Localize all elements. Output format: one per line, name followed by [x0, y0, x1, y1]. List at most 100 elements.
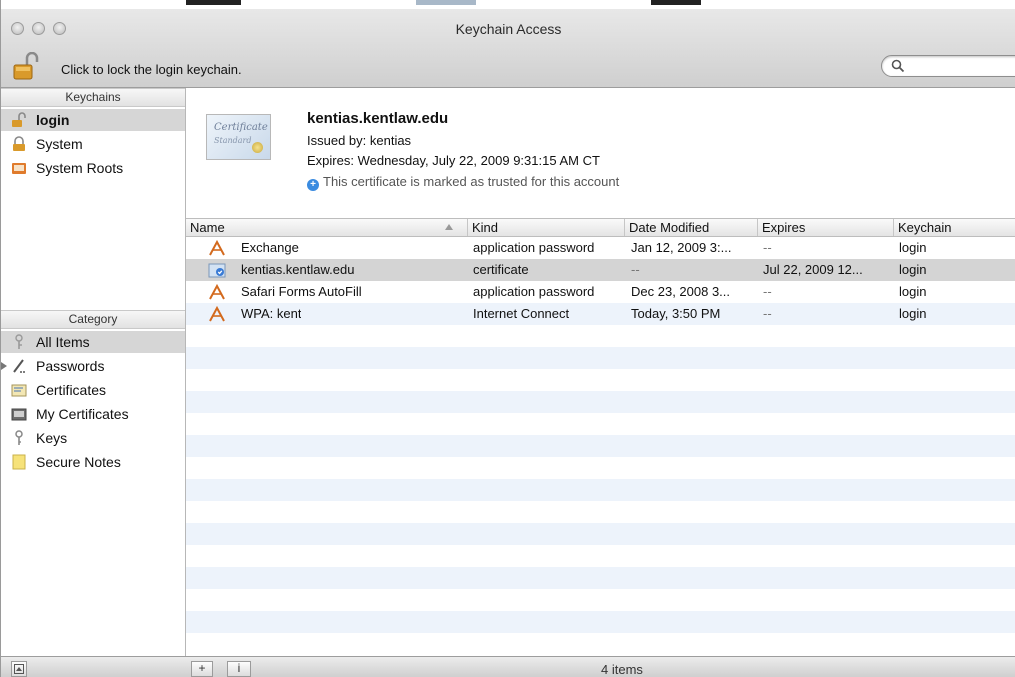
category-secure-notes[interactable]: Secure Notes [1, 451, 185, 473]
cell-expires: -- [763, 240, 772, 255]
detail-name: kentias.kentlaw.edu [307, 110, 449, 127]
sidebar-item-login[interactable]: login [1, 109, 185, 131]
category-header: Category [1, 310, 185, 329]
cell-expires: Jul 22, 2009 12... [763, 262, 863, 277]
certificate-large-icon: Certificate Standard [206, 114, 271, 160]
column-header-keychain[interactable]: Keychain [894, 219, 1015, 236]
cell-kind: certificate [473, 262, 529, 277]
category-passwords[interactable]: Passwords [1, 355, 185, 377]
empty-row-stripe [186, 523, 1015, 545]
sort-ascending-icon [445, 224, 453, 230]
cell-date-modified: Jan 12, 2009 3:... [631, 240, 732, 255]
column-header-kind[interactable]: Kind [468, 219, 625, 236]
column-header-date-modified[interactable]: Date Modified [625, 219, 758, 236]
folder-cabinet-icon [12, 163, 26, 174]
empty-row-stripe [186, 611, 1015, 633]
column-header-label: Name [190, 220, 225, 235]
seal-icon [252, 142, 263, 153]
sidebar-item-label: Passwords [36, 358, 105, 374]
item-detail-pane: Certificate Standard kentias.kentlaw.edu… [186, 88, 1015, 218]
sidebar-item-label: All Items [36, 334, 90, 350]
cell-date-modified: Dec 23, 2008 3... [631, 284, 731, 299]
all-items-icon [15, 334, 23, 349]
category-all-items[interactable]: All Items [1, 331, 185, 353]
table-header: Name Kind Date Modified Expires Keychain [186, 218, 1015, 237]
cell-keychain: login [899, 240, 927, 255]
column-header-expires[interactable]: Expires [758, 219, 894, 236]
key-icon [15, 430, 23, 445]
empty-row-stripe [186, 479, 1015, 501]
column-header-name[interactable]: Name [186, 219, 468, 236]
cell-expires: -- [763, 284, 772, 299]
note-icon [12, 454, 26, 470]
cell-kind: application password [473, 284, 595, 299]
detail-issued-by: Issued by: kentias [307, 133, 412, 148]
disclosure-triangle-icon[interactable] [1, 362, 7, 370]
search-icon [891, 59, 905, 73]
empty-row-stripe [186, 567, 1015, 589]
cell-kind: Internet Connect [473, 306, 570, 321]
desktop-background-strip [1, 0, 1015, 9]
my-certificate-icon [11, 408, 27, 421]
cell-name: kentias.kentlaw.edu [241, 262, 355, 277]
cell-name: Safari Forms AutoFill [241, 284, 362, 299]
bottom-bar: + i 4 items [1, 656, 1015, 677]
certificate-icon [11, 384, 27, 397]
get-info-button[interactable]: i [227, 661, 251, 677]
keychain-access-window: Keychain Access Click to lock the login … [0, 0, 1015, 677]
detail-expires: Expires: Wednesday, July 22, 2009 9:31:1… [307, 153, 600, 168]
password-icon [209, 306, 225, 322]
sidebar-toggle-button[interactable] [11, 661, 27, 677]
cell-name: WPA: kent [241, 306, 302, 321]
empty-row-stripe [186, 347, 1015, 369]
sidebar-item-label: System Roots [36, 160, 124, 176]
table-row[interactable]: Safari Forms AutoFill application passwo… [186, 281, 1015, 303]
cell-kind: application password [473, 240, 595, 255]
cell-date-modified: -- [631, 262, 640, 277]
password-icon [209, 240, 225, 256]
category-keys[interactable]: Keys [1, 427, 185, 449]
certificate-image-text: Certificate [214, 122, 268, 133]
certificate-icon [208, 263, 226, 278]
cell-date-modified: Today, 3:50 PM [631, 306, 721, 321]
cell-keychain: login [899, 262, 927, 277]
detail-trust-status: + This certificate is marked as trusted f… [307, 174, 619, 191]
info-panel-icon [14, 664, 24, 674]
trust-text: This certificate is marked as trusted fo… [323, 174, 620, 189]
sidebar-item-system[interactable]: System [1, 133, 185, 155]
sidebar-item-label: Secure Notes [36, 454, 121, 470]
add-item-button[interactable]: + [191, 661, 213, 677]
sidebar-item-label: Certificates [36, 382, 107, 398]
items-table: Name Kind Date Modified Expires Keychain… [186, 218, 1015, 656]
window-title: Keychain Access [455, 21, 562, 37]
category-certificates[interactable]: Certificates [1, 379, 185, 401]
category-my-certificates[interactable]: My Certificates [1, 403, 185, 425]
title-toolbar: Keychain Access Click to lock the login … [1, 9, 1015, 88]
pen-icon [13, 359, 25, 373]
sidebar-item-system-roots[interactable]: System Roots [1, 157, 185, 179]
cell-expires: -- [763, 306, 772, 321]
sidebar-item-label: System [36, 136, 83, 152]
sidebar: Keychains login System System Roots Cate… [1, 88, 186, 656]
certificate-image-subtext: Standard [214, 136, 252, 145]
keychains-header: Keychains [1, 88, 185, 107]
plus-circle-icon: + [307, 179, 319, 191]
empty-row-stripe [186, 435, 1015, 457]
sidebar-item-label: My Certificates [36, 406, 129, 422]
sidebar-item-label: login [36, 112, 70, 128]
table-row[interactable]: Exchange application password Jan 12, 20… [186, 237, 1015, 259]
table-row[interactable]: kentias.kentlaw.edu certificate -- Jul 2… [186, 259, 1015, 281]
sidebar-item-label: Keys [36, 430, 68, 446]
item-count: 4 items [601, 662, 643, 677]
cell-name: Exchange [241, 240, 299, 255]
cell-keychain: login [899, 306, 927, 321]
password-icon [209, 284, 225, 300]
open-lock-icon[interactable] [13, 52, 39, 80]
search-field[interactable] [881, 55, 1015, 77]
empty-row-stripe [186, 391, 1015, 413]
lock-message[interactable]: Click to lock the login keychain. [61, 62, 242, 77]
cell-keychain: login [899, 284, 927, 299]
open-lock-icon [12, 112, 26, 127]
table-row[interactable]: WPA: kent Internet Connect Today, 3:50 P… [186, 303, 1015, 325]
lock-icon [13, 136, 25, 151]
